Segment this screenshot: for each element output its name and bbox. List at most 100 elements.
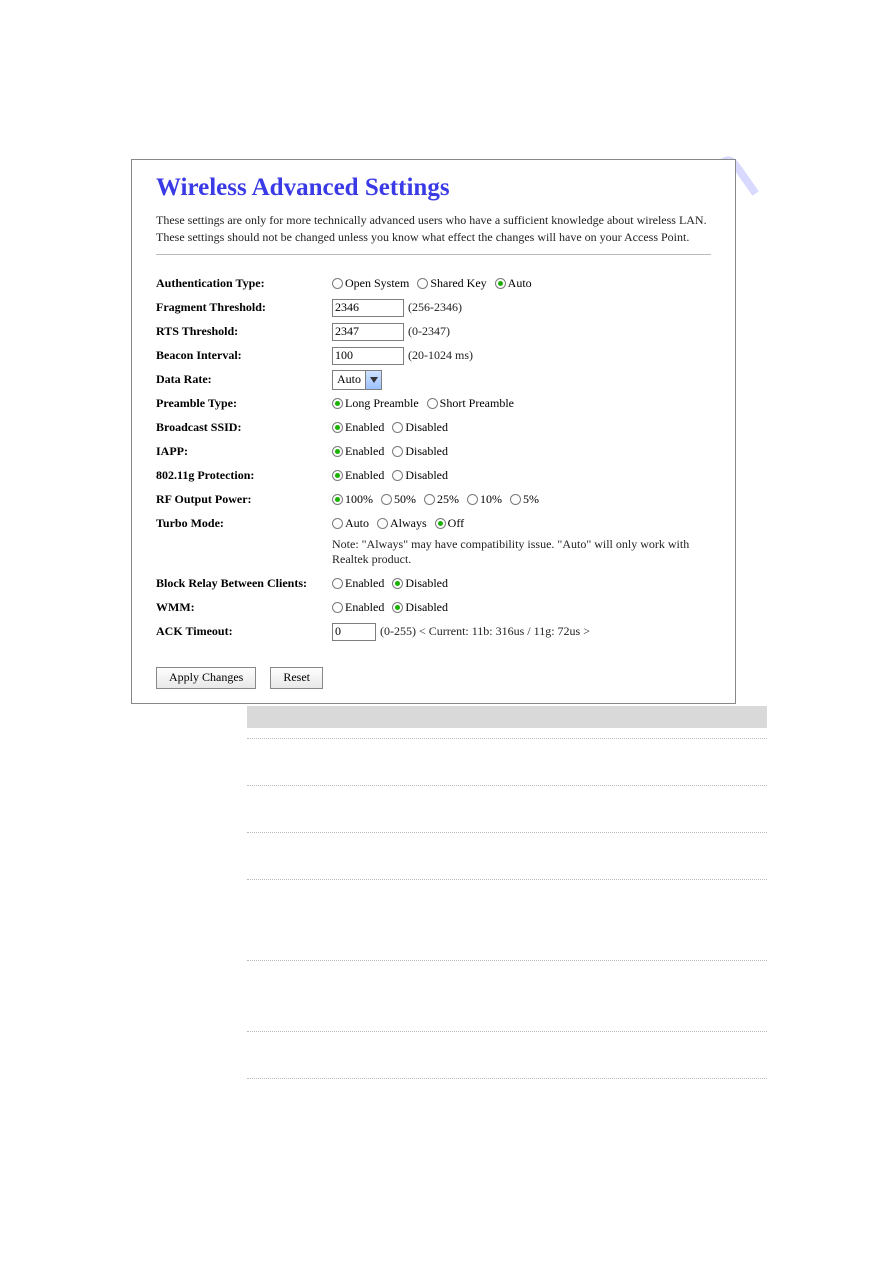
label-data-rate: Data Rate: <box>156 372 332 387</box>
button-row: Apply Changes Reset <box>156 667 711 689</box>
radio-label: Auto <box>345 516 369 531</box>
row-ack-timeout: ACK Timeout: (0-255) < Current: 11b: 316… <box>156 621 711 643</box>
row-preamble-type: Preamble Type: Long Preamble Short Pream… <box>156 393 711 415</box>
radio-dot-icon <box>395 605 400 610</box>
radio-label: Enabled <box>345 420 384 435</box>
radio-rf-100[interactable]: 100% <box>332 492 373 507</box>
input-beacon-interval[interactable] <box>332 347 404 365</box>
radio-turbo-auto[interactable]: Auto <box>332 516 369 531</box>
select-data-rate[interactable]: Auto <box>332 370 382 390</box>
radio-label: Disabled <box>405 468 448 483</box>
radio-label: Short Preamble <box>440 396 514 411</box>
radio-broadcast-disabled[interactable]: Disabled <box>392 420 448 435</box>
controls-block-relay: Enabled Disabled <box>332 576 456 591</box>
controls-fragment-threshold: (256-2346) <box>332 299 462 317</box>
radio-circle-icon <box>381 494 392 505</box>
radio-rf-10[interactable]: 10% <box>467 492 502 507</box>
radio-wmm-disabled[interactable]: Disabled <box>392 600 448 615</box>
hint-fragment-threshold: (256-2346) <box>408 300 462 315</box>
radio-auth-shared-key[interactable]: Shared Key <box>417 276 486 291</box>
radio-circle-icon <box>332 470 343 481</box>
radio-rf-25[interactable]: 25% <box>424 492 459 507</box>
radio-wmm-enabled[interactable]: Enabled <box>332 600 384 615</box>
row-iapp: IAPP: Enabled Disabled <box>156 441 711 463</box>
label-preamble-type: Preamble Type: <box>156 396 332 411</box>
apply-changes-button[interactable]: Apply Changes <box>156 667 256 689</box>
hint-ack-timeout: (0-255) < Current: 11b: 316us / 11g: 72u… <box>380 624 590 639</box>
radio-circle-icon <box>332 578 343 589</box>
radio-circle-icon <box>332 602 343 613</box>
row-auth-type: Authentication Type: Open System Shared … <box>156 273 711 295</box>
input-fragment-threshold[interactable] <box>332 299 404 317</box>
radio-block-relay-enabled[interactable]: Enabled <box>332 576 384 591</box>
table-divider <box>247 1078 767 1079</box>
row-rf-output-power: RF Output Power: 100% 50% 25% 10% 5% <box>156 489 711 511</box>
radio-block-relay-disabled[interactable]: Disabled <box>392 576 448 591</box>
radio-iapp-enabled[interactable]: Enabled <box>332 444 384 459</box>
radio-label: Enabled <box>345 600 384 615</box>
label-turbo-mode: Turbo Mode: <box>156 516 332 531</box>
row-turbo-mode: Turbo Mode: Auto Always Off <box>156 513 711 535</box>
radio-label: 100% <box>345 492 373 507</box>
radio-turbo-always[interactable]: Always <box>377 516 427 531</box>
label-fragment-threshold: Fragment Threshold: <box>156 300 332 315</box>
reset-button[interactable]: Reset <box>270 667 323 689</box>
radio-label: Disabled <box>405 600 448 615</box>
radio-iapp-disabled[interactable]: Disabled <box>392 444 448 459</box>
radio-label: Enabled <box>345 468 384 483</box>
label-rts-threshold: RTS Threshold: <box>156 324 332 339</box>
hint-beacon-interval: (20-1024 ms) <box>408 348 473 363</box>
radio-turbo-off[interactable]: Off <box>435 516 464 531</box>
radio-circle-icon <box>332 398 343 409</box>
radio-dot-icon <box>335 401 340 406</box>
radio-circle-icon <box>510 494 521 505</box>
radio-rf-50[interactable]: 50% <box>381 492 416 507</box>
radio-label: Auto <box>508 276 532 291</box>
settings-panel: Wireless Advanced Settings These setting… <box>131 159 736 704</box>
page-title: Wireless Advanced Settings <box>156 174 711 202</box>
radio-label: 25% <box>437 492 459 507</box>
radio-rf-5[interactable]: 5% <box>510 492 539 507</box>
controls-beacon-interval: (20-1024 ms) <box>332 347 473 365</box>
divider <box>156 254 711 255</box>
radio-protection-enabled[interactable]: Enabled <box>332 468 384 483</box>
table-header-bar <box>247 706 767 728</box>
row-block-relay: Block Relay Between Clients: Enabled Dis… <box>156 573 711 595</box>
radio-dot-icon <box>335 473 340 478</box>
radio-circle-icon <box>427 398 438 409</box>
controls-wmm: Enabled Disabled <box>332 600 456 615</box>
input-ack-timeout[interactable] <box>332 623 376 641</box>
label-auth-type: Authentication Type: <box>156 276 332 291</box>
radio-label: Shared Key <box>430 276 486 291</box>
page-description: These settings are only for more technic… <box>156 212 711 246</box>
controls-rts-threshold: (0-2347) <box>332 323 450 341</box>
label-rf-output-power: RF Output Power: <box>156 492 332 507</box>
radio-preamble-short[interactable]: Short Preamble <box>427 396 514 411</box>
radio-label: Open System <box>345 276 409 291</box>
hint-rts-threshold: (0-2347) <box>408 324 450 339</box>
radio-auth-open-system[interactable]: Open System <box>332 276 409 291</box>
radio-label: Long Preamble <box>345 396 419 411</box>
radio-auth-auto[interactable]: Auto <box>495 276 532 291</box>
radio-label: Enabled <box>345 444 384 459</box>
row-beacon-interval: Beacon Interval: (20-1024 ms) <box>156 345 711 367</box>
radio-label: 5% <box>523 492 539 507</box>
radio-circle-icon <box>332 278 343 289</box>
radio-label: Off <box>448 516 464 531</box>
radio-dot-icon <box>335 449 340 454</box>
row-wmm: WMM: Enabled Disabled <box>156 597 711 619</box>
radio-circle-icon <box>332 422 343 433</box>
row-data-rate: Data Rate: Auto <box>156 369 711 391</box>
radio-protection-disabled[interactable]: Disabled <box>392 468 448 483</box>
radio-circle-icon <box>392 470 403 481</box>
radio-label: Disabled <box>405 444 448 459</box>
radio-circle-icon <box>417 278 428 289</box>
radio-label: Always <box>390 516 427 531</box>
input-rts-threshold[interactable] <box>332 323 404 341</box>
label-iapp: IAPP: <box>156 444 332 459</box>
radio-preamble-long[interactable]: Long Preamble <box>332 396 419 411</box>
radio-circle-icon <box>332 518 343 529</box>
radio-broadcast-enabled[interactable]: Enabled <box>332 420 384 435</box>
radio-circle-icon <box>495 278 506 289</box>
controls-preamble-type: Long Preamble Short Preamble <box>332 396 522 411</box>
